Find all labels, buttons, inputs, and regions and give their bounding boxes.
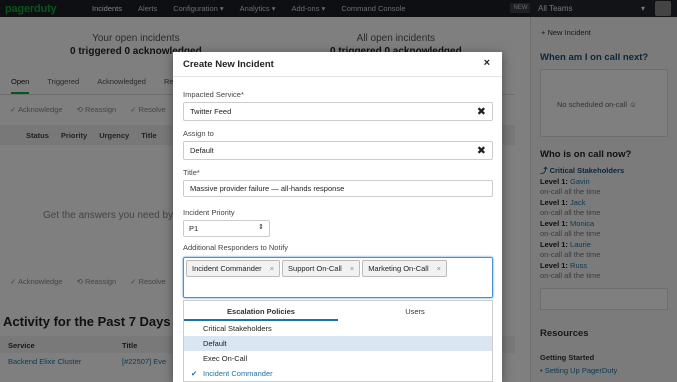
responders-label: Additional Responders to Notify [183, 243, 289, 252]
service-select[interactable]: Twitter Feed ✖ [183, 102, 493, 121]
modal-header: Create New Incident × [173, 52, 502, 77]
responder-chip: Support On-Call × [282, 260, 361, 277]
assign-select[interactable]: Default ✖ [183, 141, 493, 160]
create-incident-modal: Create New Incident × Impacted Service* … [173, 52, 502, 382]
remove-chip-icon[interactable]: × [270, 264, 274, 273]
priority-label: Incident Priority [183, 208, 235, 217]
priority-value: P1 [189, 224, 199, 233]
remove-chip-icon[interactable]: × [437, 264, 441, 273]
assign-label: Assign to [183, 129, 214, 138]
chip-label: Marketing On-Call [368, 264, 429, 273]
updown-icon: ⇕ [258, 224, 264, 231]
remove-chip-icon[interactable]: × [350, 264, 354, 273]
title-input[interactable]: Massive provider failure — all-hands res… [183, 180, 493, 197]
responders-input[interactable]: Incident Commander × Support On-Call × Marke… [183, 257, 493, 298]
responders-dropdown: Escalation Policies Users Critical Stake… [183, 300, 493, 382]
tab-users[interactable]: Users [338, 301, 492, 321]
chip-label: Incident Commander [192, 264, 262, 273]
service-label: Impacted Service* [183, 90, 244, 99]
assign-value: Default [190, 146, 214, 155]
clear-assign-icon[interactable]: ✖ [477, 144, 486, 157]
title-value: Massive provider failure — all-hands res… [190, 184, 345, 193]
responder-chip: Incident Commander × [186, 260, 281, 277]
clear-service-icon[interactable]: ✖ [477, 105, 486, 118]
modal-title: Create New Incident [183, 59, 274, 70]
tab-escalation-policies[interactable]: Escalation Policies [184, 301, 338, 321]
responder-chip: Marketing On-Call × [362, 260, 448, 277]
service-value: Twitter Feed [190, 107, 232, 116]
title-label: Title* [183, 168, 200, 177]
option-default[interactable]: Default [184, 336, 492, 351]
chip-label: Support On-Call [288, 264, 342, 273]
option-exec-on-call[interactable]: Exec On-Call [184, 351, 492, 366]
close-icon[interactable]: × [484, 57, 490, 69]
dropdown-tabs: Escalation Policies Users [184, 301, 492, 321]
option-incident-commander[interactable]: ✔ Incident Commander [184, 366, 492, 381]
option-label: Incident Commander [203, 369, 273, 378]
priority-select[interactable]: P1 ⇕ [183, 220, 270, 237]
option-critical-stakeholders[interactable]: Critical Stakeholders [184, 321, 492, 336]
check-icon: ✔ [191, 369, 198, 378]
